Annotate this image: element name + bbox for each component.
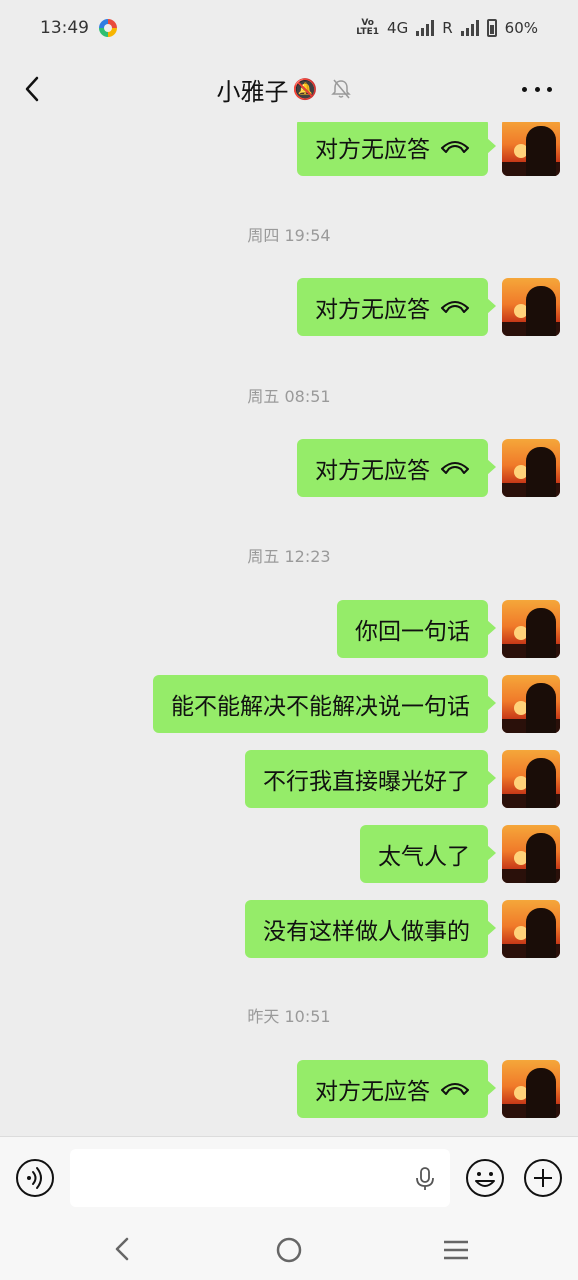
- timestamp: 周五 08:51: [247, 387, 331, 406]
- message-row: 不行我直接曝光好了: [245, 750, 560, 808]
- timestamp: 周五 12:23: [247, 547, 331, 566]
- message-input[interactable]: [70, 1149, 450, 1207]
- message-text: 没有这样做人做事的: [263, 919, 470, 945]
- mute-emoji: 🔕: [292, 77, 318, 101]
- text-bubble[interactable]: 你回一句话: [337, 600, 496, 658]
- message-text: 对方无应答: [315, 137, 430, 163]
- message-row: 对方无应答: [297, 278, 560, 336]
- my-avatar[interactable]: [502, 439, 560, 497]
- network-type: 4G: [387, 19, 409, 37]
- message-row: 能不能解决不能解决说一句话: [153, 675, 560, 733]
- phone-hangup-icon: [441, 301, 469, 313]
- call-bubble[interactable]: 对方无应答: [297, 278, 496, 336]
- message-row: 对方无应答: [297, 122, 560, 176]
- my-avatar[interactable]: [502, 122, 560, 176]
- phone-hangup-icon: [441, 462, 469, 474]
- nav-recent-icon[interactable]: [442, 1239, 470, 1261]
- more-dot-icon: [522, 86, 527, 92]
- phone-hangup-icon: [441, 141, 469, 153]
- plus-icon[interactable]: [523, 1158, 563, 1198]
- chat-title: 小雅子 🔕: [217, 72, 352, 107]
- text-bubble[interactable]: 没有这样做人做事的: [245, 900, 496, 958]
- nav-back-icon[interactable]: [110, 1234, 134, 1264]
- timestamp: 昨天 10:51: [247, 1007, 331, 1026]
- contact-name: 小雅子: [216, 77, 289, 106]
- phone-hangup-icon: [441, 1083, 469, 1095]
- mic-icon[interactable]: [414, 1166, 436, 1192]
- input-bar: [0, 1136, 578, 1218]
- nav-home-icon[interactable]: [276, 1237, 302, 1263]
- app-notification-icon: [99, 19, 117, 37]
- signal-icon-2: [460, 20, 479, 36]
- roaming-indicator: R: [442, 19, 453, 37]
- signal-icon: [416, 20, 435, 36]
- my-avatar[interactable]: [502, 600, 560, 658]
- my-avatar[interactable]: [502, 900, 560, 958]
- call-bubble[interactable]: 对方无应答: [297, 1060, 496, 1118]
- message-text: 你回一句话: [355, 619, 470, 645]
- status-bar: 13:49 Vo LTE1 4G R 60%: [0, 0, 578, 56]
- call-bubble[interactable]: 对方无应答: [297, 439, 496, 497]
- my-avatar[interactable]: [502, 750, 560, 808]
- message-row: 对方无应答: [297, 439, 560, 497]
- my-avatar[interactable]: [502, 825, 560, 883]
- text-bubble[interactable]: 能不能解决不能解决说一句话: [153, 675, 496, 733]
- battery-icon: [486, 19, 497, 37]
- volte-indicator: Vo LTE1: [356, 18, 380, 37]
- text-bubble[interactable]: 太气人了: [360, 825, 496, 883]
- more-dot-icon: [534, 86, 540, 92]
- message-text: 对方无应答: [315, 297, 430, 323]
- back-icon: [25, 76, 39, 102]
- message-row: 你回一句话: [337, 600, 560, 658]
- message-row: 没有这样做人做事的: [245, 900, 560, 958]
- mute-bell-icon: [331, 79, 352, 99]
- message-row: 对方无应答: [297, 1060, 560, 1118]
- text-bubble[interactable]: 不行我直接曝光好了: [245, 750, 496, 808]
- status-time: 13:49: [40, 18, 89, 38]
- timestamp: 周四 19:54: [247, 226, 331, 245]
- message-text: 对方无应答: [315, 458, 430, 484]
- battery-level: 60%: [504, 19, 538, 37]
- my-avatar[interactable]: [502, 278, 560, 336]
- message-list[interactable]: 对方无应答 周四 19:54 对方无应答 周五 08:51 对方无应答 周五 1…: [0, 122, 578, 1136]
- my-avatar[interactable]: [502, 1060, 560, 1118]
- message-row: 太气人了: [360, 825, 560, 883]
- my-avatar[interactable]: [502, 675, 560, 733]
- voice-icon[interactable]: [15, 1158, 55, 1198]
- message-text: 太气人了: [378, 844, 470, 870]
- chat-header: 小雅子 🔕: [0, 56, 578, 122]
- more-dot-icon: [547, 86, 552, 92]
- call-bubble[interactable]: 对方无应答: [297, 122, 496, 176]
- emoji-icon[interactable]: [465, 1158, 505, 1198]
- back-button[interactable]: [18, 72, 48, 106]
- message-text: 对方无应答: [315, 1079, 430, 1105]
- message-text: 不行我直接曝光好了: [263, 769, 470, 795]
- more-options-button[interactable]: [522, 78, 552, 100]
- system-nav-bar: [0, 1218, 578, 1280]
- message-text: 能不能解决不能解决说一句话: [171, 694, 470, 720]
